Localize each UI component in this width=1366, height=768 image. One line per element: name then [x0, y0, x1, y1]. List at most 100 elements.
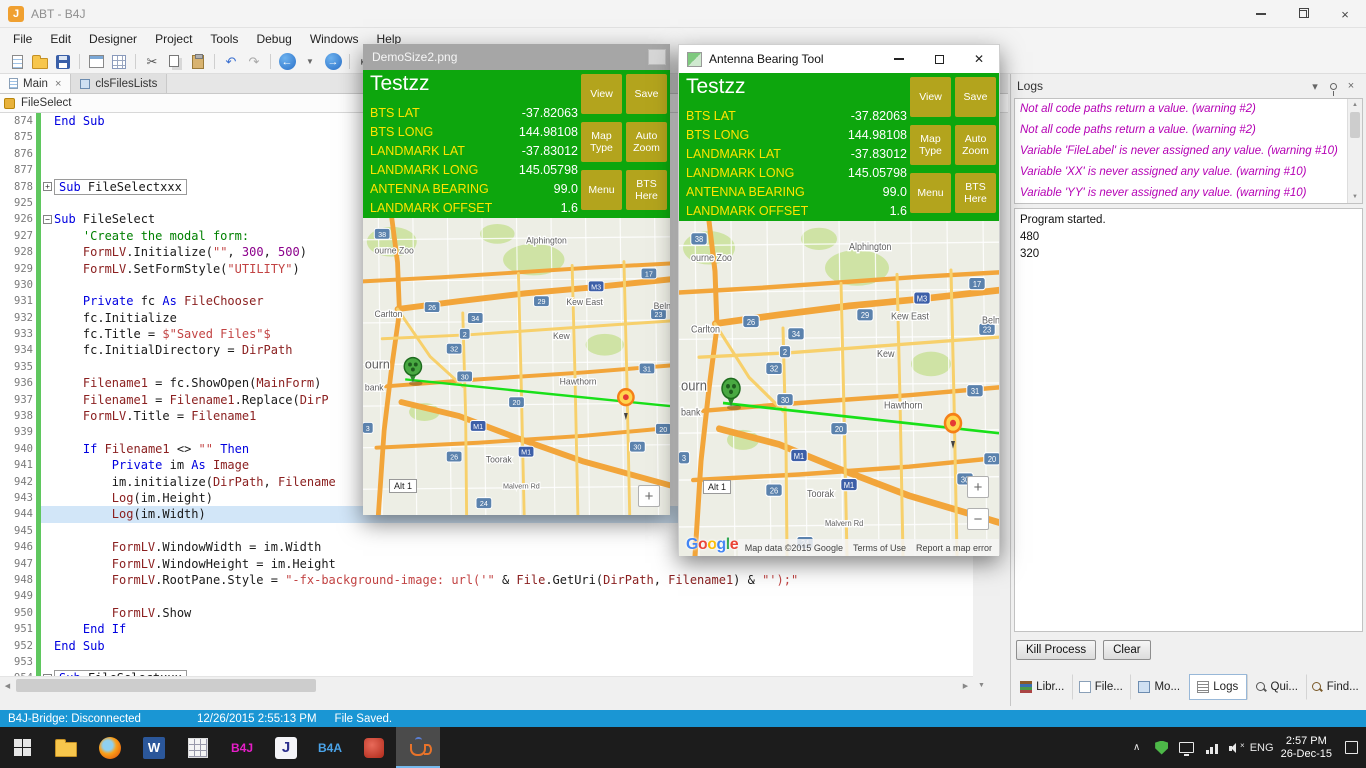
file-explorer-icon[interactable]	[44, 727, 88, 768]
ide-titlebar[interactable]: J ABT - B4J ×	[0, 0, 1366, 28]
redo-icon[interactable]: ↷	[243, 51, 265, 73]
menu-button[interactable]: Menu	[581, 170, 622, 210]
menu-item-file[interactable]: File	[4, 29, 41, 49]
java-icon[interactable]	[396, 727, 440, 768]
network-icon[interactable]	[1200, 727, 1224, 768]
word-icon[interactable]: W	[132, 727, 176, 768]
volume-muted-icon[interactable]: ×	[1225, 727, 1249, 768]
zoom-in-button[interactable]: +	[967, 476, 989, 498]
language-indicator[interactable]: ENG	[1250, 727, 1274, 768]
maximize-button[interactable]	[919, 45, 959, 73]
log-warning[interactable]: Not all code paths return a value. (warn…	[1015, 120, 1362, 141]
panel-tab-file[interactable]: File...	[1071, 674, 1131, 700]
horizontal-scroll-thumb[interactable]	[16, 679, 316, 692]
terms-of-use-link[interactable]: Terms of Use	[853, 543, 906, 553]
paste-icon[interactable]	[187, 51, 209, 73]
panel-tab-libr[interactable]: Libr...	[1013, 674, 1072, 700]
bts-here-button[interactable]: BTS Here	[955, 173, 996, 213]
undo-icon[interactable]: ↶	[220, 51, 242, 73]
save-icon[interactable]	[52, 51, 74, 73]
scroll-down-icon[interactable]: ▼	[973, 678, 990, 693]
report-map-error-link[interactable]: Report a map error	[916, 543, 992, 553]
designer-icon[interactable]	[108, 51, 130, 73]
map-type-button[interactable]: Map Type	[581, 122, 622, 162]
log-warning[interactable]: Variable 'XX' is never assigned any valu…	[1015, 162, 1362, 183]
close-tab-icon[interactable]: ×	[55, 78, 61, 90]
firefox-icon[interactable]	[88, 727, 132, 768]
kill-process-button[interactable]: Kill Process	[1016, 640, 1097, 660]
panel-tab-qui[interactable]: Qui...	[1247, 674, 1306, 700]
close-button[interactable]: ×	[1324, 0, 1366, 28]
menu-item-debug[interactable]: Debug	[247, 29, 300, 49]
zoom-out-button[interactable]: −	[967, 508, 989, 530]
panel-tab-logs[interactable]: Logs	[1188, 674, 1247, 700]
panel-tab-mo[interactable]: Mo...	[1130, 674, 1189, 700]
red-app-icon[interactable]	[352, 727, 396, 768]
display-icon[interactable]	[1175, 727, 1199, 768]
view-button[interactable]: View	[910, 77, 951, 117]
zoom-in-button[interactable]: +	[638, 485, 660, 507]
code-line[interactable]: 951 End If	[0, 621, 990, 638]
log-warning[interactable]: Not all code paths return a value. (warn…	[1015, 99, 1362, 120]
new-file-icon[interactable]	[6, 51, 28, 73]
copy-icon[interactable]	[164, 51, 186, 73]
panel-tab-find[interactable]: Find...	[1305, 674, 1365, 700]
code-line[interactable]: 950 FormLV.Show	[0, 604, 990, 622]
scroll-left-icon[interactable]: ◀	[0, 677, 15, 694]
code-line[interactable]: 953	[0, 653, 990, 671]
menu-item-tools[interactable]: Tools	[201, 29, 247, 49]
code-line[interactable]: 947 FormLV.WindowHeight = im.Height	[0, 555, 990, 572]
scroll-right-icon[interactable]: ▶	[958, 677, 973, 694]
clear-button[interactable]: Clear	[1103, 640, 1151, 660]
save-button[interactable]: Save	[955, 77, 996, 117]
log-warning[interactable]: Variable 'YY' is never assigned any valu…	[1015, 183, 1362, 203]
log-warning[interactable]: Variable 'FileLabel' is never assigned a…	[1015, 141, 1362, 162]
scroll-down-icon[interactable]: ▼	[1348, 191, 1362, 203]
menu-button[interactable]: Menu	[910, 173, 951, 213]
code-line[interactable]: 948 FormLV.RootPane.Style = "-fx-backgro…	[0, 571, 990, 589]
code-line[interactable]: 952 End Sub	[0, 637, 990, 654]
map-canvas[interactable]: 3817M326293423223303120M1326M1302024ourn…	[679, 221, 999, 556]
action-center-icon[interactable]	[1339, 727, 1363, 768]
close-button[interactable]: ✕	[959, 45, 999, 73]
back-history-caret-icon[interactable]: ▼	[299, 51, 321, 73]
map-type-button[interactable]: Map Type	[910, 125, 951, 165]
map-view[interactable]: 3817M326293423223303120M1326M1302024ourn…	[363, 218, 670, 515]
editor-horizontal-scrollbar[interactable]: ◀ ▶	[0, 676, 973, 693]
save-button[interactable]: Save	[626, 74, 667, 114]
cut-icon[interactable]: ✂	[141, 51, 163, 73]
abt-window-titlebar[interactable]: Antenna Bearing Tool ✕	[679, 45, 999, 73]
tab-clsfileslists[interactable]: clsFilesLists	[71, 74, 168, 93]
scroll-up-icon[interactable]: ▲	[1348, 99, 1362, 111]
navigate-back-icon[interactable]: ←	[276, 51, 298, 73]
b4j-icon[interactable]: B4J	[220, 727, 264, 768]
menu-item-edit[interactable]: Edit	[41, 29, 80, 49]
j-logo-icon[interactable]: J	[264, 727, 308, 768]
open-file-icon[interactable]	[29, 51, 51, 73]
fold-collapse-icon[interactable]: −	[43, 215, 52, 225]
save-all-icon[interactable]	[85, 51, 107, 73]
grid-app-icon[interactable]	[176, 727, 220, 768]
menu-item-project[interactable]: Project	[146, 29, 201, 49]
start-button[interactable]	[0, 727, 44, 768]
map-view[interactable]: 3817M326293423223303120M1326M1302024ourn…	[679, 221, 999, 556]
clock[interactable]: 2:57 PM 26-Dec-15	[1275, 735, 1338, 761]
map-canvas[interactable]: 3817M326293423223303120M1326M1302024ourn…	[363, 218, 670, 515]
tab-main[interactable]: Main ×	[0, 74, 72, 93]
pin-icon[interactable]	[1324, 77, 1342, 96]
view-button[interactable]: View	[581, 74, 622, 114]
warnings-scroll-thumb[interactable]	[1350, 112, 1360, 138]
code-line[interactable]: 949	[0, 588, 990, 605]
b4a-icon[interactable]: B4A	[308, 727, 352, 768]
menu-item-designer[interactable]: Designer	[80, 29, 146, 49]
demo-window-titlebar[interactable]: DemoSize2.png	[363, 44, 670, 70]
tray-expand-icon[interactable]: ∧	[1125, 727, 1149, 768]
defender-icon[interactable]	[1150, 727, 1174, 768]
restore-button[interactable]	[1282, 0, 1324, 28]
minimize-button[interactable]	[879, 45, 919, 73]
navigate-forward-icon[interactable]: →	[322, 51, 344, 73]
panel-menu-icon[interactable]: ▾	[1306, 77, 1324, 95]
minimize-button[interactable]	[1240, 0, 1282, 28]
warnings-scrollbar[interactable]: ▲ ▼	[1347, 99, 1362, 203]
bts-here-button[interactable]: BTS Here	[626, 170, 667, 210]
